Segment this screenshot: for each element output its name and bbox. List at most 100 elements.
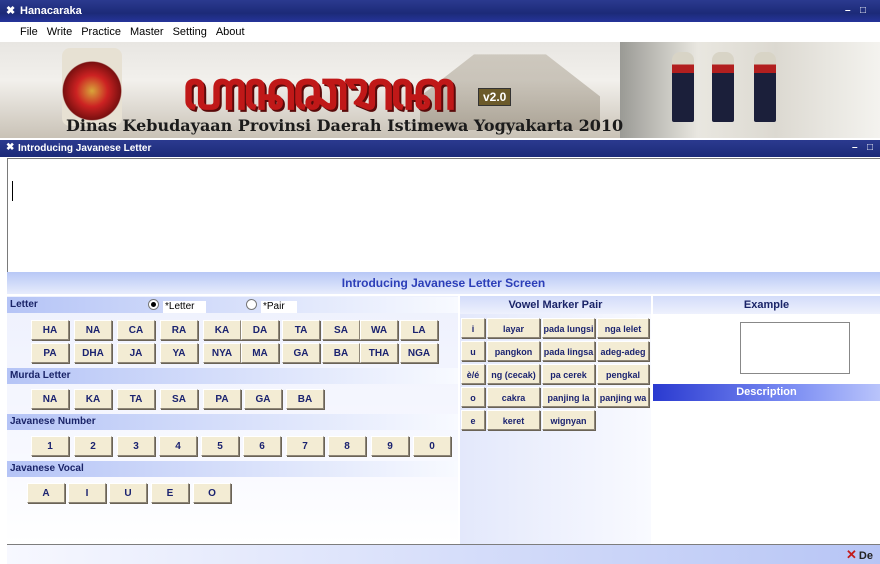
number-button-7[interactable]: 7 bbox=[286, 436, 324, 456]
radio-letter-dot bbox=[148, 299, 159, 310]
letter-button-ta[interactable]: TA bbox=[282, 320, 320, 340]
murda-button-ba[interactable]: BA bbox=[286, 389, 324, 409]
vocal-section-label: Javanese Vocal bbox=[10, 463, 84, 474]
letter-section-header: Letter bbox=[7, 297, 458, 313]
letter-button-pa[interactable]: PA bbox=[31, 343, 69, 363]
banner-caption: Dinas Kebudayaan Provinsi Daerah Istimew… bbox=[66, 116, 624, 135]
letter-button-ca[interactable]: CA bbox=[117, 320, 155, 340]
child-window-title: Introducing Javanese Letter bbox=[18, 143, 152, 154]
menu-setting[interactable]: Setting bbox=[173, 26, 207, 38]
palace-guards-image bbox=[620, 42, 880, 138]
vowel-button-panjing-la[interactable]: panjing la bbox=[542, 387, 595, 407]
letter-button-ja[interactable]: JA bbox=[117, 343, 155, 363]
letter-button-la[interactable]: LA bbox=[400, 320, 438, 340]
murda-section-label: Murda Letter bbox=[10, 370, 71, 381]
vocal-button-o[interactable]: O bbox=[193, 483, 231, 503]
description-header: Description bbox=[653, 384, 880, 401]
letter-button-ma[interactable]: MA bbox=[241, 343, 279, 363]
murda-section-header: Murda Letter bbox=[7, 368, 458, 384]
letter-button-ha[interactable]: HA bbox=[31, 320, 69, 340]
letter-button-ka[interactable]: KA bbox=[203, 320, 241, 340]
text-caret bbox=[12, 181, 13, 201]
version-badge: v2.0 bbox=[478, 88, 512, 106]
letter-button-ya[interactable]: YA bbox=[160, 343, 198, 363]
bottom-bar bbox=[7, 544, 880, 564]
delete-button-label: De bbox=[858, 550, 873, 562]
letter-button-nga[interactable]: NGA bbox=[400, 343, 438, 363]
child-minimize-button[interactable]: – bbox=[852, 142, 858, 153]
child-maximize-button[interactable]: □ bbox=[867, 142, 873, 153]
vowel-key-e[interactable]: e bbox=[461, 410, 485, 430]
window-title-bar: ✖ Hanacaraka – □ bbox=[0, 0, 880, 22]
number-button-1[interactable]: 1 bbox=[31, 436, 69, 456]
radio-letter[interactable]: *Letter bbox=[148, 299, 207, 313]
letter-button-tha[interactable]: THA bbox=[360, 343, 398, 363]
number-section-header: Javanese Number bbox=[7, 414, 458, 430]
number-button-2[interactable]: 2 bbox=[74, 436, 112, 456]
header-banner: ꦲꦤꦕꦫꦏ v2.0 Dinas Kebudayaan Provinsi Dae… bbox=[0, 42, 880, 138]
vowel-button-wignyan[interactable]: wignyan bbox=[542, 410, 595, 430]
vocal-button-i[interactable]: I bbox=[68, 483, 106, 503]
murda-button-ka[interactable]: KA bbox=[74, 389, 112, 409]
javanese-text-area[interactable] bbox=[7, 158, 880, 273]
vocal-button-a[interactable]: A bbox=[27, 483, 65, 503]
vowel-button-pangkon[interactable]: pangkon bbox=[487, 341, 540, 361]
example-box bbox=[740, 322, 850, 374]
vowel-button-adeg-adeg[interactable]: adeg-adeg bbox=[597, 341, 649, 361]
menu-about[interactable]: About bbox=[216, 26, 245, 38]
menu-master[interactable]: Master bbox=[130, 26, 164, 38]
vocal-button-u[interactable]: U bbox=[109, 483, 147, 503]
radio-letter-label: *Letter bbox=[163, 301, 207, 313]
menu-file[interactable]: File bbox=[20, 26, 38, 38]
window-title: Hanacaraka bbox=[20, 5, 82, 17]
app-icon: ✖ bbox=[6, 5, 16, 17]
letter-button-da[interactable]: DA bbox=[241, 320, 279, 340]
vowel-key-o[interactable]: o bbox=[461, 387, 485, 407]
number-button-5[interactable]: 5 bbox=[201, 436, 239, 456]
murda-button-ta[interactable]: TA bbox=[117, 389, 155, 409]
menu-write[interactable]: Write bbox=[47, 26, 72, 38]
murda-button-pa[interactable]: PA bbox=[203, 389, 241, 409]
minimize-button[interactable]: – bbox=[845, 5, 851, 16]
letter-button-na[interactable]: NA bbox=[74, 320, 112, 340]
number-button-8[interactable]: 8 bbox=[328, 436, 366, 456]
vowel-button-pada-lingsa[interactable]: pada lingsa bbox=[542, 341, 595, 361]
vowel-key-u[interactable]: u bbox=[461, 341, 485, 361]
letter-button-ga[interactable]: GA bbox=[282, 343, 320, 363]
letter-button-ra[interactable]: RA bbox=[160, 320, 198, 340]
vowel-button-pengkal[interactable]: pengkal bbox=[597, 364, 649, 384]
vowel-button-pa-cerek[interactable]: pa cerek bbox=[542, 364, 595, 384]
radio-pair[interactable]: *Pair bbox=[246, 299, 297, 313]
vowel-button-pada-lungsi[interactable]: pada lungsi bbox=[542, 318, 595, 338]
number-button-4[interactable]: 4 bbox=[159, 436, 197, 456]
letter-button-ba[interactable]: BA bbox=[322, 343, 360, 363]
murda-button-sa[interactable]: SA bbox=[160, 389, 198, 409]
maximize-button[interactable]: □ bbox=[860, 5, 866, 16]
number-button-9[interactable]: 9 bbox=[371, 436, 409, 456]
number-button-0[interactable]: 0 bbox=[413, 436, 451, 456]
radio-pair-dot bbox=[246, 299, 257, 310]
vowel-button-panjing-wa[interactable]: panjing wa bbox=[597, 387, 649, 407]
vowel-marker-header: Vowel Marker Pair bbox=[460, 296, 651, 314]
menu-practice[interactable]: Practice bbox=[81, 26, 121, 38]
vowel-button-cakra[interactable]: cakra bbox=[487, 387, 540, 407]
number-button-3[interactable]: 3 bbox=[117, 436, 155, 456]
screen-title: Introducing Javanese Letter Screen bbox=[7, 272, 880, 294]
letter-button-sa[interactable]: SA bbox=[322, 320, 360, 340]
vowel-button-keret[interactable]: keret bbox=[487, 410, 540, 430]
letter-button-dha[interactable]: DHA bbox=[74, 343, 112, 363]
vocal-button-e[interactable]: E bbox=[151, 483, 189, 503]
number-button-6[interactable]: 6 bbox=[243, 436, 281, 456]
delete-button[interactable]: ✕ De bbox=[846, 547, 873, 563]
vowel-button-layar[interactable]: layar bbox=[487, 318, 540, 338]
letter-button-nya[interactable]: NYA bbox=[203, 343, 241, 363]
murda-button-na[interactable]: NA bbox=[31, 389, 69, 409]
vowel-key-e-accent[interactable]: è/é bbox=[461, 364, 485, 384]
murda-button-ga[interactable]: GA bbox=[244, 389, 282, 409]
vowel-button-ng-cecak[interactable]: ng (cecak) bbox=[487, 364, 540, 384]
letter-button-wa[interactable]: WA bbox=[360, 320, 398, 340]
vowel-button-nga-lelet[interactable]: nga lelet bbox=[597, 318, 649, 338]
vowel-key-i[interactable]: i bbox=[461, 318, 485, 338]
letter-section-label: Letter bbox=[10, 299, 38, 310]
menu-bar: File Write Practice Master Setting About bbox=[0, 22, 880, 42]
